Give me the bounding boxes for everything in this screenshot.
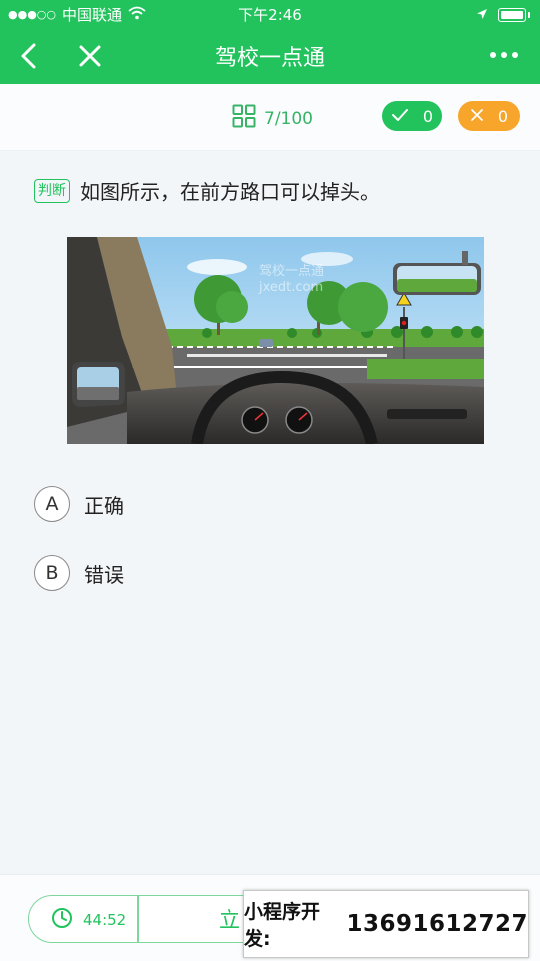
page-title: 驾校一点通 [214,46,325,71]
check-icon [391,107,409,126]
question-type-tag: 判断 [34,178,70,203]
overlay-label: 小程序开发: [244,901,321,950]
overlay-phone: 13691612727 [346,911,528,937]
status-time: 下午2:46 [238,6,302,24]
option-label: 错误 [84,562,124,587]
x-icon [470,107,484,126]
option-letter: A [34,486,70,522]
option-b[interactable]: B 错误 [34,555,124,591]
wrong-count: 0 [497,106,509,126]
timer-value: 44:52 [83,911,127,929]
divider [137,896,139,942]
status-right [476,6,530,24]
question-index-button[interactable]: 7/100 [232,104,313,133]
developer-contact-overlay: 小程序开发: 13691612727 [243,890,529,958]
more-icon[interactable] [490,52,518,58]
question-text: 如图所示，在前方路口可以掉头。 [80,180,380,204]
image-watermark: 驾校一点通 [259,263,324,279]
wrong-count-badge[interactable]: 0 [458,101,520,131]
correct-count: 0 [422,106,434,126]
grid-icon [232,104,256,133]
clock-icon [51,907,73,933]
correct-count-badge[interactable]: 0 [382,101,442,131]
location-arrow-icon [476,6,488,24]
option-a[interactable]: A 正确 [34,486,124,522]
navigation-bar: 驾校一点通 [0,28,540,84]
option-letter: B [34,555,70,591]
submit-button[interactable]: 立 [219,904,240,934]
question-stem: 判断 如图所示，在前方路口可以掉头。 [34,176,520,205]
battery-icon [498,8,526,22]
question-counter: 7/100 [264,108,313,129]
battery-tip [528,12,530,18]
image-watermark-url: jxedt.com [258,280,323,295]
option-label: 正确 [84,493,124,518]
timer: 44:52 [51,907,126,933]
status-bar: ●●●○○ 中国联通 下午2:46 [0,0,540,28]
question-image: 驾校一点通 jxedt.com [67,237,484,444]
progress-bar: 7/100 0 0 [0,84,540,151]
